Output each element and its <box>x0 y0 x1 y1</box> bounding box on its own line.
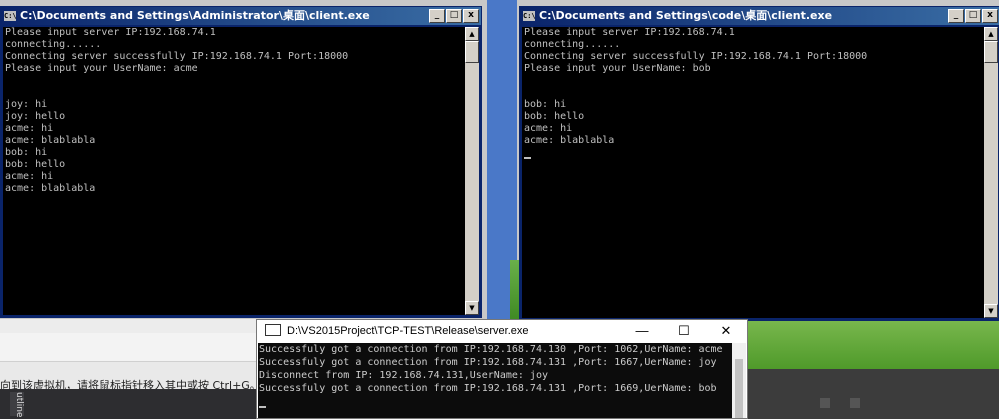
scroll-up-icon[interactable]: ▲ <box>984 27 998 41</box>
scroll-down-icon[interactable]: ▼ <box>984 304 998 318</box>
client-window-acme[interactable]: C:\ C:\Documents and Settings\Administrat… <box>0 6 482 318</box>
text-cursor <box>524 157 531 159</box>
minimize-button[interactable]: _ <box>429 9 445 23</box>
ide-panel-right <box>748 369 999 419</box>
console-line: bob: hello <box>524 111 585 122</box>
host-toolbar <box>0 319 258 333</box>
minimize-button[interactable]: — <box>621 320 663 342</box>
ide-icon[interactable] <box>820 398 830 408</box>
scroll-thumb[interactable] <box>465 41 479 63</box>
console-line: Successfuly got a connection from IP:192… <box>259 344 723 355</box>
outline-tab[interactable]: utline <box>10 392 24 417</box>
console-line: connecting...... <box>5 39 102 50</box>
window-title: C:\Documents and Settings\code\桌面\client… <box>539 9 833 22</box>
close-button[interactable]: x <box>463 9 479 23</box>
console-line: joy: hello <box>5 111 66 122</box>
console-line: acme: hi <box>5 171 54 182</box>
title-bar[interactable]: D:\VS2015Project\TCP-TEST\Release\server… <box>257 320 747 342</box>
scroll-down-icon[interactable]: ▼ <box>465 301 479 315</box>
console-icon <box>265 324 281 337</box>
console-line: acme: blablabla <box>5 135 96 146</box>
console-output[interactable]: Successfuly got a connection from IP:192… <box>258 343 746 418</box>
console-line: Please input server IP:192.168.74.1 <box>524 27 735 38</box>
console-line: connecting...... <box>524 39 621 50</box>
console-line: acme: hi <box>5 123 54 134</box>
ide-panel <box>0 389 258 419</box>
scrollbar[interactable]: ▲ ▼ <box>984 27 998 318</box>
console-line: Please input your UserName: bob <box>524 63 711 74</box>
close-button[interactable]: x <box>982 9 998 23</box>
console-line: Connecting server successfully IP:192.16… <box>524 51 868 62</box>
maximize-button[interactable]: ☐ <box>663 320 705 342</box>
xp-wallpaper <box>748 319 999 369</box>
minimize-button[interactable]: _ <box>948 9 964 23</box>
console-line: bob: hello <box>5 159 66 170</box>
console-icon: C:\ <box>523 11 536 21</box>
window-title: C:\Documents and Settings\Administrator\… <box>20 9 370 22</box>
console-line: bob: hi <box>524 99 567 110</box>
close-button[interactable]: ✕ <box>705 320 747 342</box>
console-output[interactable]: Please input server IP:192.168.74.1 conne… <box>3 27 479 315</box>
console-icon: C:\ <box>4 11 17 21</box>
title-bar[interactable]: C:\ C:\Documents and Settings\code\桌面\cli… <box>520 7 999 25</box>
console-cursor-line <box>258 395 746 408</box>
scrollbar[interactable] <box>732 343 746 418</box>
scroll-thumb[interactable] <box>735 359 743 418</box>
maximize-button[interactable]: □ <box>446 9 462 23</box>
console-line: acme: blablabla <box>524 135 615 146</box>
window-title: D:\VS2015Project\TCP-TEST\Release\server… <box>287 325 529 337</box>
console-line: Please input your UserName: acme <box>5 63 198 74</box>
ide-icon[interactable] <box>850 398 860 408</box>
console-line: Please input server IP:192.168.74.1 <box>5 27 216 38</box>
server-window[interactable]: D:\VS2015Project\TCP-TEST\Release\server… <box>256 319 748 419</box>
console-line: joy: hi <box>5 99 48 110</box>
console-line: acme: blablabla <box>5 183 96 194</box>
console-cursor-line <box>522 147 998 159</box>
console-line: Successfuly got a connection from IP:192… <box>259 357 717 368</box>
console-line: Disconnect from IP: 192.168.74.131,UserN… <box>259 370 548 381</box>
scroll-thumb[interactable] <box>984 41 998 63</box>
text-cursor <box>259 406 266 408</box>
console-line: Connecting server successfully IP:192.16… <box>5 51 349 62</box>
scrollbar[interactable]: ▲ ▼ <box>465 27 479 315</box>
title-bar[interactable]: C:\ C:\Documents and Settings\Administrat… <box>1 7 481 25</box>
scroll-up-icon[interactable]: ▲ <box>465 27 479 41</box>
client-window-bob[interactable]: C:\ C:\Documents and Settings\code\桌面\cli… <box>519 6 999 321</box>
console-line: bob: hi <box>5 147 48 158</box>
console-line: acme: hi <box>524 123 573 134</box>
console-line: Successfuly got a connection from IP:192… <box>259 383 717 394</box>
console-output[interactable]: Please input server IP:192.168.74.1 conne… <box>522 27 998 318</box>
maximize-button[interactable]: □ <box>965 9 981 23</box>
